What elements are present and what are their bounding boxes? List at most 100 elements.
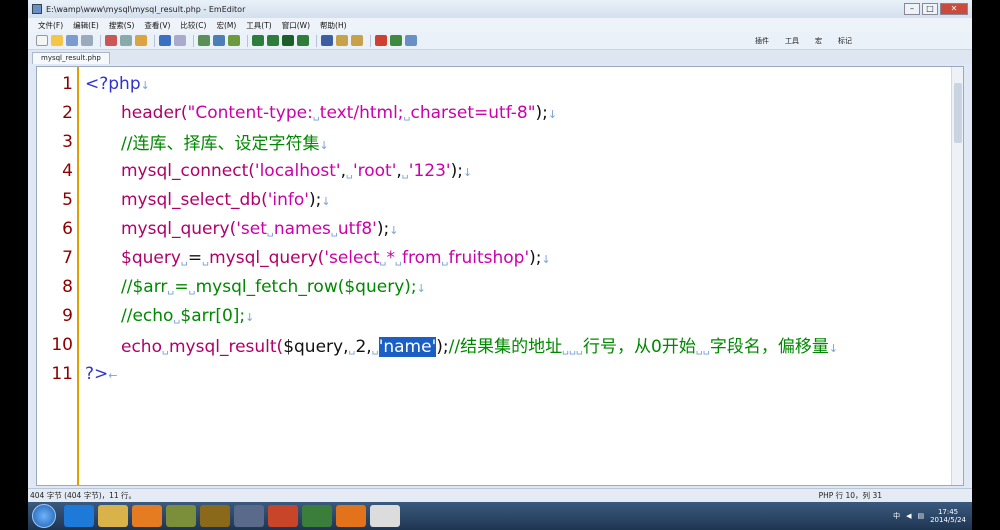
code-token: echo bbox=[121, 337, 162, 357]
undo-icon[interactable] bbox=[159, 35, 171, 46]
fireworks-taskbar-icon[interactable] bbox=[200, 505, 230, 527]
replace-icon[interactable] bbox=[228, 35, 240, 46]
code-token: ↓ bbox=[547, 107, 558, 121]
run-macro-icon[interactable] bbox=[390, 35, 402, 46]
marker-toolbar-label[interactable]: 标记 bbox=[838, 36, 852, 46]
code-line[interactable]: 5 mysql_select_db('info');↓ bbox=[37, 185, 963, 214]
menu-item[interactable]: 工具(T) bbox=[246, 20, 271, 31]
clock[interactable]: 17:45 2014/5/24 bbox=[930, 508, 966, 524]
tools-toolbar-label[interactable]: 工具 bbox=[785, 36, 799, 46]
wrap-page-icon[interactable] bbox=[297, 35, 309, 46]
menu-item[interactable]: 帮助(H) bbox=[320, 20, 347, 31]
macro-toolbar-label[interactable]: 宏 bbox=[815, 36, 822, 46]
code-token: 'localhost' bbox=[254, 160, 341, 181]
code-token: ← bbox=[108, 368, 118, 382]
menu-item[interactable]: 查看(V) bbox=[144, 20, 170, 31]
copy-icon[interactable] bbox=[120, 35, 132, 46]
code-token: ␣ bbox=[401, 165, 409, 179]
search-bar-icon[interactable] bbox=[405, 35, 417, 46]
explorer-taskbar-icon[interactable] bbox=[98, 505, 128, 527]
new-file-icon[interactable] bbox=[36, 35, 48, 46]
menu-item[interactable]: 窗口(W) bbox=[282, 20, 310, 31]
start-button[interactable] bbox=[32, 504, 56, 528]
close-button[interactable]: ✕ bbox=[940, 3, 968, 15]
code-token: ↓ bbox=[319, 139, 329, 152]
wrap-window-icon[interactable] bbox=[282, 35, 294, 46]
print-icon[interactable] bbox=[81, 35, 93, 46]
code-line[interactable]: 8//$arr␣=␣mysql_fetch_row($query);↓ bbox=[37, 272, 963, 301]
code-line[interactable]: 10 echo␣mysql_result($query,␣2,␣'name');/… bbox=[37, 330, 963, 359]
emeditor-taskbar-icon[interactable] bbox=[370, 505, 400, 527]
code-token: ↓ bbox=[416, 281, 426, 295]
code-text: //echo␣$arr[0];↓ bbox=[121, 306, 254, 326]
customize-icon[interactable] bbox=[336, 35, 348, 46]
code-editor[interactable]: 1 <?php↓ 2 header("Content-type:␣text/html;… bbox=[36, 66, 964, 486]
menu-item[interactable]: 比较(C) bbox=[180, 20, 206, 31]
code-token: = bbox=[187, 247, 203, 268]
line-number: 2 bbox=[62, 102, 73, 123]
config-icon[interactable] bbox=[321, 35, 333, 46]
network-icon[interactable]: ▤ bbox=[917, 512, 924, 520]
code-token: 字段名，偏移量 bbox=[709, 337, 829, 357]
redo-icon[interactable] bbox=[174, 35, 186, 46]
code-token: ?> bbox=[85, 363, 109, 384]
code-line[interactable]: 4 mysql_connect('localhost',␣'root',␣'123… bbox=[37, 156, 963, 185]
code-token: ); bbox=[450, 160, 463, 181]
code-token: header( bbox=[121, 102, 188, 123]
document-tab[interactable]: mysql_result.php bbox=[32, 52, 110, 64]
tools-icon[interactable] bbox=[351, 35, 363, 46]
code-line[interactable]: 3 //连库、择库、设定字符集↓ bbox=[37, 127, 963, 156]
menu-item[interactable]: 编辑(E) bbox=[73, 20, 99, 31]
toolbar: 插件 工具 宏 标记 bbox=[28, 32, 972, 50]
ime-indicator[interactable]: 中 bbox=[893, 511, 900, 521]
code-token: $arr[0]; bbox=[180, 305, 246, 326]
code-text: $query␣=␣mysql_query('select␣*␣from␣frui… bbox=[121, 248, 551, 268]
code-line[interactable]: 11 ?>← bbox=[37, 359, 963, 388]
powerpoint-taskbar-icon[interactable] bbox=[268, 505, 298, 527]
line-number: 9 bbox=[62, 305, 73, 326]
menu-item[interactable]: 搜索(S) bbox=[109, 20, 135, 31]
find-next-icon[interactable] bbox=[213, 35, 225, 46]
code-token: <?php bbox=[85, 73, 141, 94]
app-taskbar-icon[interactable] bbox=[234, 505, 264, 527]
code-line[interactable]: 2 header("Content-type:␣text/html;␣charse… bbox=[37, 98, 963, 127]
line-number: 4 bbox=[62, 160, 73, 181]
record-macro-icon[interactable] bbox=[375, 35, 387, 46]
code-token: mysql_fetch_row($query); bbox=[195, 276, 417, 297]
code-line[interactable]: 7 $query␣=␣mysql_query('select␣*␣from␣fru… bbox=[37, 243, 963, 272]
cut-icon[interactable] bbox=[105, 35, 117, 46]
save-icon[interactable] bbox=[66, 35, 78, 46]
code-token: ↓ bbox=[389, 223, 399, 237]
notepad-taskbar-icon[interactable] bbox=[166, 505, 196, 527]
code-token: ); bbox=[436, 337, 449, 357]
media-player-taskbar-icon[interactable] bbox=[132, 505, 162, 527]
clock-time: 17:45 bbox=[937, 508, 959, 516]
code-token: //$arr bbox=[121, 276, 168, 297]
view-mode-icon[interactable] bbox=[252, 35, 264, 46]
wrap-icon[interactable] bbox=[267, 35, 279, 46]
paste-icon[interactable] bbox=[135, 35, 147, 46]
menu-item[interactable]: 文件(F) bbox=[38, 20, 63, 31]
code-token: ↓ bbox=[245, 310, 255, 324]
firefox-taskbar-icon[interactable] bbox=[336, 505, 366, 527]
line-number: 7 bbox=[62, 247, 73, 268]
code-line[interactable]: 6 mysql_query('set␣names␣utf8');↓ bbox=[37, 214, 963, 243]
maximize-button[interactable]: □ bbox=[922, 3, 938, 15]
plugins-toolbar-label[interactable]: 插件 bbox=[755, 36, 769, 46]
code-line[interactable]: 1 <?php↓ bbox=[37, 69, 963, 98]
minimize-button[interactable]: – bbox=[904, 3, 920, 15]
status-bar: 404 字节 (404 字节)，11 行。 PHP 行 10，列 31 bbox=[28, 488, 972, 502]
code-token: mysql_connect( bbox=[121, 160, 255, 181]
volume-icon[interactable]: ◀ bbox=[906, 512, 911, 520]
menu-item[interactable]: 宏(M) bbox=[216, 20, 236, 31]
open-folder-icon[interactable] bbox=[51, 35, 63, 46]
find-icon[interactable] bbox=[198, 35, 210, 46]
status-file-info: 404 字节 (404 字节)，11 行。 bbox=[30, 491, 137, 500]
code-token: ↓ bbox=[140, 78, 150, 92]
code-line[interactable]: 9 //echo␣$arr[0];↓ bbox=[37, 301, 963, 330]
ie-taskbar-icon[interactable] bbox=[64, 505, 94, 527]
menu-bar: 文件(F) 编辑(E) 搜索(S) 查看(V) 比较(C) 宏(M) 工具(T) 窗口(W) 帮… bbox=[28, 18, 972, 32]
app2-taskbar-icon[interactable] bbox=[302, 505, 332, 527]
code-text: header("Content-type:␣text/html;␣charset… bbox=[121, 103, 557, 123]
code-token: ␣ bbox=[266, 223, 274, 237]
